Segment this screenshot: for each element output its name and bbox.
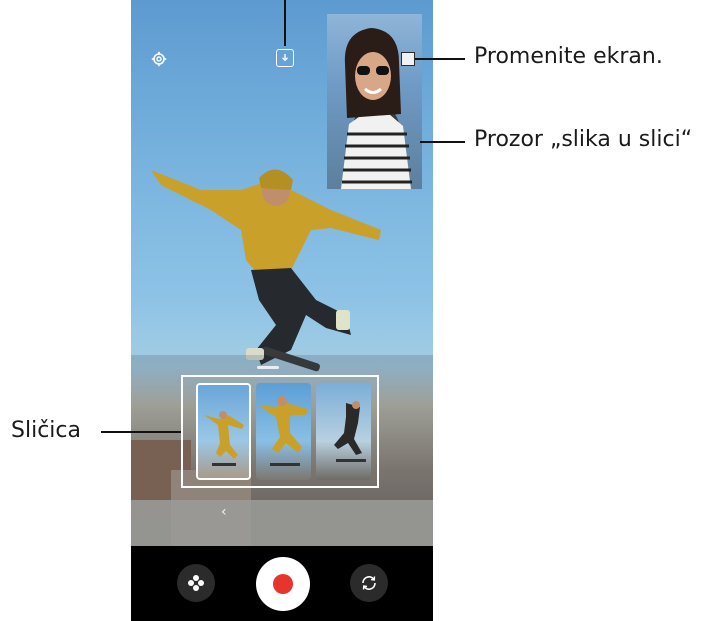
camera-control-bar — [131, 546, 433, 621]
flip-camera-icon — [362, 576, 376, 590]
thumbnail-3[interactable] — [316, 383, 371, 480]
gear-icon[interactable] — [149, 49, 169, 69]
flower-icon — [188, 575, 204, 591]
record-button[interactable] — [256, 557, 310, 611]
pip-person — [341, 28, 412, 189]
thumbnail-strip — [181, 375, 379, 488]
switch-screen-callout-line — [415, 58, 465, 60]
thumbnail-label: Sličica — [11, 418, 81, 443]
download-icon[interactable] — [276, 49, 294, 67]
chevron-left-icon[interactable]: ‹ — [221, 504, 227, 520]
switch-screen-button[interactable] — [401, 52, 415, 66]
record-icon — [273, 574, 293, 594]
pip-window-label: Prozor „slika u slici“ — [474, 127, 693, 152]
switch-screen-label: Promenite ekran. — [474, 44, 663, 69]
thumbnail-callout-line — [101, 431, 181, 433]
camera-screen: ‹ — [131, 0, 433, 621]
pip-window[interactable] — [327, 14, 422, 189]
pip-callout-line — [420, 141, 465, 143]
thumbnail-2[interactable] — [256, 383, 311, 480]
thumbnail-1[interactable] — [196, 383, 251, 480]
camera-viewfinder: ‹ — [131, 0, 433, 546]
tray-handle[interactable] — [257, 366, 279, 369]
flip-camera-button[interactable] — [350, 564, 388, 602]
download-callout-line — [284, 0, 286, 46]
effects-button[interactable] — [177, 564, 215, 602]
